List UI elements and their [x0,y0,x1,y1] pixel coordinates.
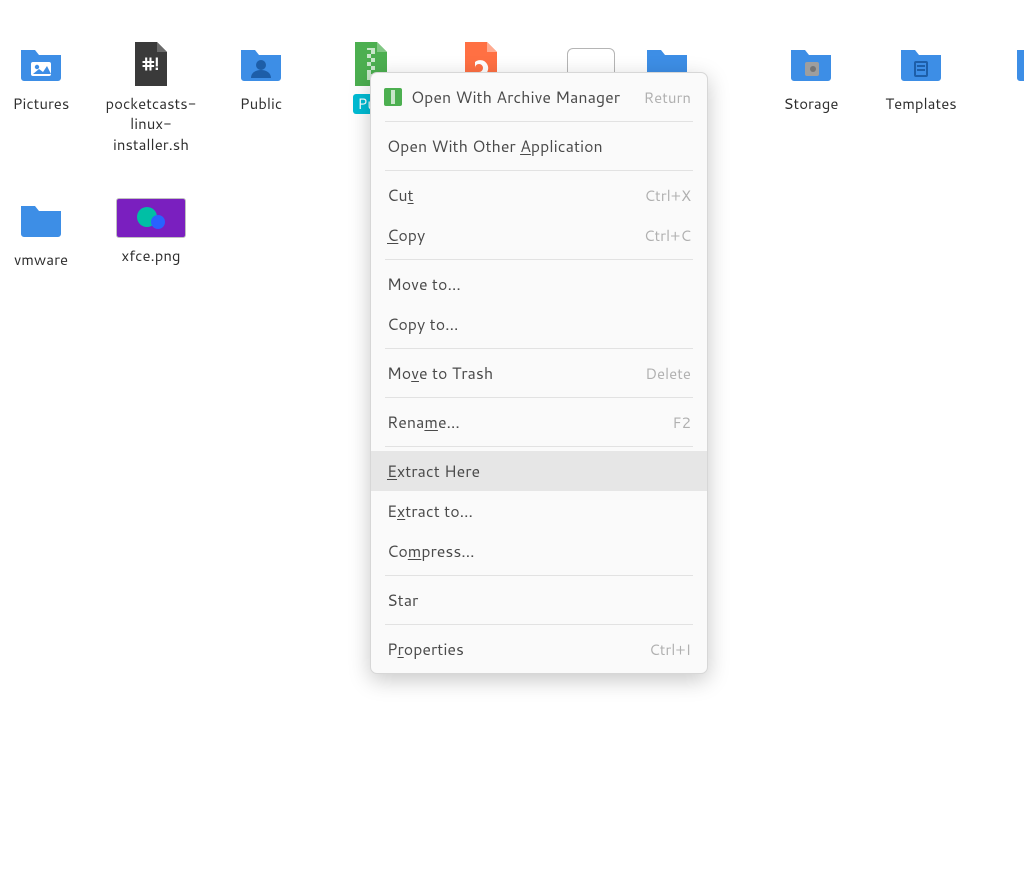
folder-disk-icon [787,40,835,88]
icon-label: Templates [885,94,956,114]
menu-label: Open With Archive Manager [411,86,644,109]
menu-rename[interactable]: Rename… F2 [371,402,707,442]
icon-label: Pictures [13,94,70,114]
file-xfce-png[interactable]: xfce.png [96,196,206,270]
menu-accel: Ctrl+C [644,225,691,246]
menu-accel: Return [644,87,691,108]
icon-label: pocketcasts-linux-installer.sh [99,94,203,155]
folder-public-icon [237,40,285,88]
file-pocketcasts-installer[interactable]: #! pocketcasts-linux-installer.sh [96,40,206,155]
menu-accel: Ctrl+I [649,639,691,660]
folder-pictures[interactable]: Pictures [0,40,96,155]
folder-templates[interactable]: Templates [866,40,976,155]
menu-cut[interactable]: Cut Ctrl+X [371,175,707,215]
context-menu: Open With Archive Manager Return Open Wi… [370,72,708,674]
menu-move-to-trash[interactable]: Move to Trash Delete [371,353,707,393]
menu-label: Properties [387,638,649,661]
menu-properties[interactable]: Properties Ctrl+I [371,629,707,669]
menu-label: Open With Other Application [387,135,691,158]
icon-label: Public [240,94,282,114]
menu-label: Compress… [387,540,691,563]
folder-icon [17,196,65,244]
menu-open-archive-manager[interactable]: Open With Archive Manager Return [371,77,707,117]
menu-label: Move to… [387,273,691,296]
folder-vmware[interactable]: vmware [0,196,96,270]
menu-separator [385,446,693,447]
menu-label: Star [387,589,691,612]
image-thumbnail-icon [115,196,187,240]
menu-label: Cut [387,184,644,207]
menu-separator [385,624,693,625]
svg-text:#!: #! [142,52,159,76]
icon-label: xfce.png [121,246,180,266]
folder-public[interactable]: Public [206,40,316,155]
menu-accel: F2 [672,412,691,433]
menu-separator [385,121,693,122]
menu-extract-here[interactable]: Extract Here [371,451,707,491]
folder-templates-icon [897,40,945,88]
menu-label: Rename… [387,411,672,434]
icon-label: Storage [784,94,839,114]
menu-compress[interactable]: Compress… [371,531,707,571]
folder-cut-right[interactable]: te [982,40,1024,155]
menu-move-to[interactable]: Move to… [371,264,707,304]
menu-separator [385,575,693,576]
menu-label: Move to Trash [387,362,645,385]
folder-icon [1013,40,1024,88]
menu-label: Copy [387,224,644,247]
menu-accel: Ctrl+X [644,185,691,206]
icon-label: vmware [14,250,68,270]
menu-accel: Delete [645,363,691,384]
menu-open-other-app[interactable]: Open With Other Application [371,126,707,166]
menu-label: Extract to… [387,500,691,523]
menu-separator [385,259,693,260]
archive-manager-icon [383,87,403,107]
menu-separator [385,348,693,349]
menu-copy[interactable]: Copy Ctrl+C [371,215,707,255]
icon-row-2: vmware xfce.png [0,196,206,270]
menu-copy-to[interactable]: Copy to… [371,304,707,344]
menu-separator [385,397,693,398]
desktop[interactable]: n-Live-x8… Pictures #! pocketcasts-linux… [0,0,1024,883]
folder-pictures-icon [17,40,65,88]
menu-extract-to[interactable]: Extract to… [371,491,707,531]
script-file-icon: #! [127,40,175,88]
menu-separator [385,170,693,171]
menu-star[interactable]: Star [371,580,707,620]
menu-label: Copy to… [387,313,691,336]
folder-storage[interactable]: Storage [756,40,866,155]
menu-label: Extract Here [387,460,691,483]
